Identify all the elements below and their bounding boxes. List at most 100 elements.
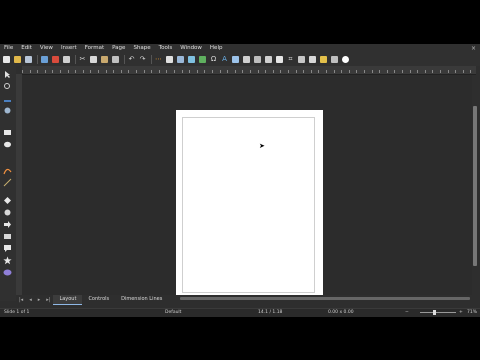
menu-insert[interactable]: Insert	[57, 44, 81, 53]
ruler-tick	[242, 70, 244, 73]
ruler-tick	[29, 70, 31, 73]
menu-shape[interactable]: Shape	[129, 44, 154, 53]
shadow-icon[interactable]	[275, 55, 284, 64]
tab-layout[interactable]: Layout	[53, 294, 83, 305]
open-folder-icon[interactable]	[13, 55, 22, 64]
grid-icon[interactable]: ⋯	[154, 55, 163, 64]
ruler-tick	[212, 70, 213, 73]
callouts-icon[interactable]	[3, 244, 12, 253]
copy-icon[interactable]	[89, 55, 98, 64]
mouse-pointer-icon: ➤	[259, 142, 265, 150]
transformations-icon[interactable]	[231, 55, 240, 64]
zoom-icon[interactable]	[3, 82, 12, 91]
menu-edit[interactable]: Edit	[17, 44, 36, 53]
menu-window[interactable]: Window	[176, 44, 206, 53]
select-icon[interactable]	[3, 70, 12, 79]
zoom-pan-icon[interactable]	[176, 55, 185, 64]
ruler-tick	[303, 70, 305, 73]
ruler-tick	[113, 70, 115, 73]
clone-formatting-icon[interactable]	[111, 55, 120, 64]
align-objects-icon[interactable]	[242, 55, 251, 64]
ruler-tick	[75, 70, 77, 73]
symbol-shapes-icon[interactable]	[3, 208, 12, 217]
save-icon[interactable]	[24, 55, 33, 64]
basic-shapes-icon[interactable]	[3, 196, 12, 205]
zoom-slider[interactable]	[420, 312, 456, 313]
cursor-position: 14.1 / 1.18	[258, 310, 283, 315]
arrange-icon[interactable]	[253, 55, 262, 64]
ruler-tick	[257, 70, 259, 73]
glue-points-icon[interactable]	[319, 55, 328, 64]
tab-dimension-lines[interactable]: Dimension Lines	[115, 295, 168, 304]
export-icon[interactable]	[40, 55, 49, 64]
horizontal-scrollbar[interactable]	[180, 297, 470, 300]
distribute-icon[interactable]	[264, 55, 273, 64]
ruler-tick	[105, 70, 107, 73]
points-icon[interactable]	[308, 55, 317, 64]
fill-color-icon[interactable]	[3, 106, 12, 115]
redo-icon[interactable]: ↷	[138, 55, 147, 64]
show-comments-icon[interactable]	[341, 55, 350, 64]
line-icon[interactable]	[3, 178, 12, 187]
line-color-icon[interactable]	[3, 94, 12, 103]
rectangle-icon[interactable]	[3, 128, 12, 137]
first-tab-icon[interactable]: |◂	[19, 297, 23, 303]
flowchart-icon[interactable]	[3, 232, 12, 241]
menu-view[interactable]: View	[36, 44, 57, 53]
master-page-name[interactable]: Default	[165, 310, 181, 316]
ruler-tick	[424, 70, 426, 73]
helplines-icon[interactable]	[165, 55, 174, 64]
close-document-button[interactable]: ×	[471, 45, 480, 52]
ruler-tick	[295, 70, 297, 73]
previous-tab-icon[interactable]: ◂	[29, 297, 32, 303]
ruler-tick	[174, 70, 175, 73]
3d-objects-icon[interactable]	[3, 268, 12, 277]
toggle-extrusion-icon[interactable]	[330, 55, 339, 64]
table-icon[interactable]	[187, 55, 196, 64]
menu-bar: File Edit View Insert Format Page Shape …	[0, 44, 480, 53]
last-tab-icon[interactable]: ▸|	[46, 297, 50, 303]
block-arrows-icon[interactable]	[3, 220, 12, 229]
ruler-tick	[417, 70, 419, 73]
zoom-out-icon[interactable]: −	[405, 310, 409, 316]
stars-icon[interactable]	[3, 256, 12, 265]
ruler-tick	[219, 70, 221, 73]
page-margin-border	[182, 117, 315, 293]
ruler-tick	[22, 70, 23, 73]
tab-controls[interactable]: Controls	[82, 295, 115, 304]
menu-tools[interactable]: Tools	[155, 44, 177, 53]
special-character-icon[interactable]: Ω	[209, 55, 218, 64]
menu-file[interactable]: File	[0, 44, 17, 53]
crop-icon[interactable]: ⌗	[286, 55, 295, 64]
ruler-tick	[386, 70, 388, 73]
ruler-tick	[432, 70, 434, 73]
vertical-scrollbar[interactable]	[473, 106, 477, 266]
zoom-in-icon[interactable]: +	[459, 310, 463, 316]
ruler-tick	[394, 70, 396, 73]
ellipse-icon[interactable]	[3, 140, 12, 149]
menu-format[interactable]: Format	[81, 44, 108, 53]
cut-icon[interactable]: ✂	[78, 55, 87, 64]
zoom-level[interactable]: 71%	[467, 310, 477, 316]
ruler-tick	[196, 70, 198, 73]
ruler-tick	[98, 70, 99, 73]
export-pdf-icon[interactable]	[51, 55, 60, 64]
new-document-icon[interactable]	[2, 55, 11, 64]
curve-icon[interactable]	[3, 166, 12, 175]
next-tab-icon[interactable]: ▸	[38, 297, 41, 303]
zoom-slider-handle[interactable]	[433, 310, 436, 315]
filter-icon[interactable]	[297, 55, 306, 64]
menu-page[interactable]: Page	[108, 44, 129, 53]
ruler-tick	[189, 70, 191, 73]
menu-help[interactable]: Help	[206, 44, 227, 53]
ruler-tick	[310, 70, 312, 73]
image-icon[interactable]	[198, 55, 207, 64]
paste-icon[interactable]	[100, 55, 109, 64]
drawing-canvas[interactable]: ➤	[22, 75, 472, 295]
fontwork-icon[interactable]: A	[220, 55, 229, 64]
print-icon[interactable]	[62, 55, 71, 64]
ruler-tick	[128, 70, 130, 73]
page[interactable]: ➤	[176, 110, 323, 295]
undo-icon[interactable]: ↶	[127, 55, 136, 64]
ruler-tick	[455, 70, 457, 73]
